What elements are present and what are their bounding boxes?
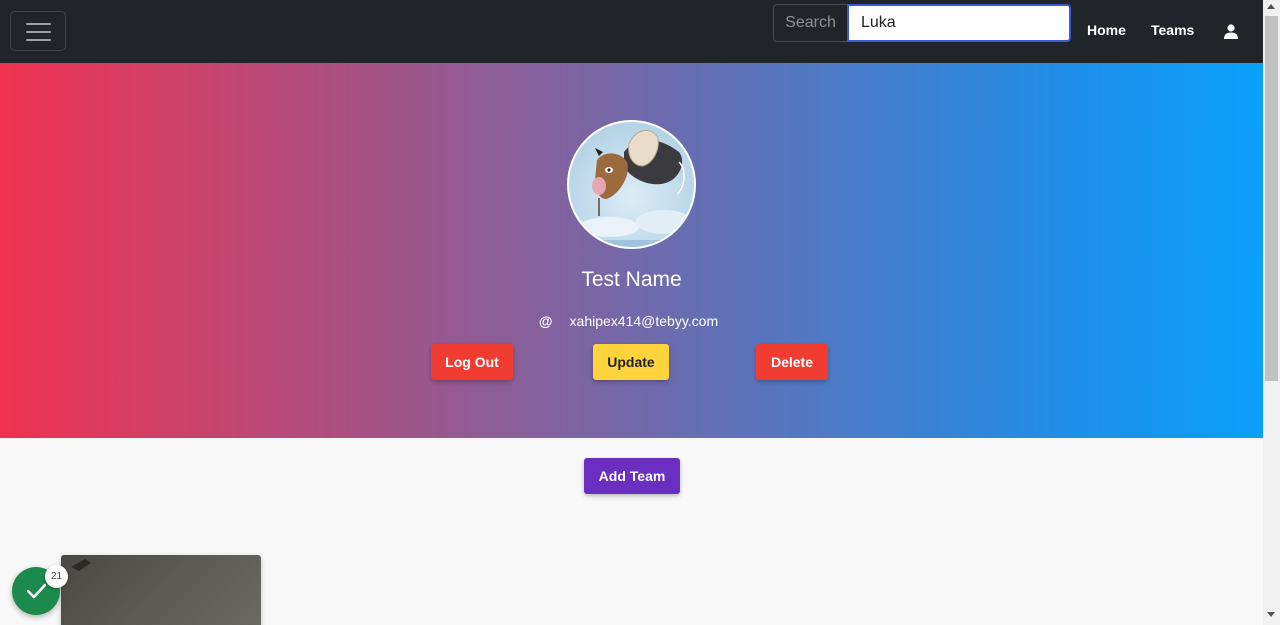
status-count-badge: 21 <box>45 565 68 588</box>
hamburger-icon-bar <box>26 31 51 33</box>
avatar <box>567 120 696 249</box>
search-group: Search <box>773 4 1071 42</box>
team-card-image <box>71 559 91 571</box>
nav-link-home[interactable]: Home <box>1087 22 1126 38</box>
hamburger-icon <box>26 23 51 25</box>
logout-button[interactable]: Log Out <box>431 344 513 380</box>
email-row: @ xahipex414@tebyy.com <box>0 313 1263 329</box>
scroll-up-arrow-icon[interactable] <box>1267 4 1275 9</box>
avatar-illustration <box>569 129 694 247</box>
update-button[interactable]: Update <box>593 344 669 380</box>
scroll-down-arrow-icon[interactable] <box>1267 612 1275 617</box>
menu-toggle-button[interactable] <box>10 11 66 51</box>
nav-link-teams[interactable]: Teams <box>1151 22 1194 38</box>
email-at-icon: @ <box>538 313 553 329</box>
hamburger-icon-bar <box>26 39 51 41</box>
profile-email: xahipex414@tebyy.com <box>569 313 719 329</box>
scrollbar-thumb[interactable] <box>1265 16 1278 381</box>
page-scrollbar[interactable] <box>1263 0 1280 625</box>
search-input[interactable] <box>847 4 1071 42</box>
top-navbar: Search Home Teams <box>0 0 1263 63</box>
user-icon[interactable] <box>1224 24 1238 39</box>
add-team-button[interactable]: Add Team <box>584 458 680 494</box>
delete-button[interactable]: Delete <box>756 344 828 380</box>
team-card[interactable] <box>61 555 261 625</box>
profile-header: Test Name @ xahipex414@tebyy.com Log Out… <box>0 63 1263 438</box>
profile-name: Test Name <box>581 268 682 291</box>
search-addon-label: Search <box>773 4 847 42</box>
